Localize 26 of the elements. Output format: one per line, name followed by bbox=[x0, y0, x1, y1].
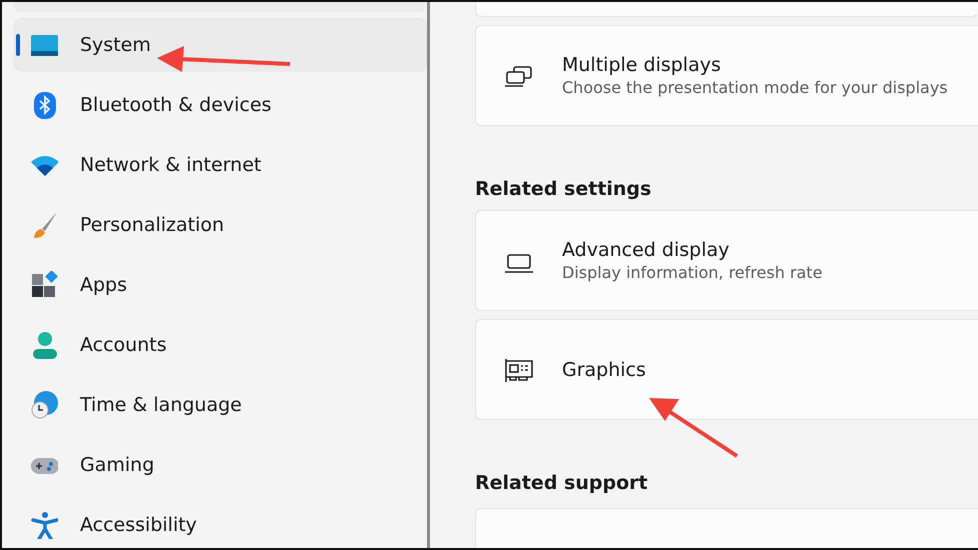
nav-item[interactable]: Gaming bbox=[14, 438, 427, 492]
settings-card[interactable]: Multiple displays Choose the presentation mode for your displays bbox=[475, 25, 978, 126]
nav-item[interactable]: Bluetooth & devices bbox=[14, 78, 427, 132]
accessibility-icon bbox=[30, 511, 58, 539]
section-heading: Related settings bbox=[475, 178, 652, 200]
card-title: Advanced display bbox=[562, 239, 730, 261]
nav-item[interactable]: Time & language bbox=[14, 378, 427, 432]
nav-item[interactable]: Network & internet bbox=[14, 138, 427, 192]
card-description: Choose the presentation mode for your displays bbox=[562, 78, 948, 97]
nav-item[interactable]: Accessibility bbox=[14, 498, 427, 548]
settings-card[interactable]: Advanced display Display information, refresh rate bbox=[475, 210, 978, 311]
selection-indicator bbox=[16, 34, 20, 56]
nav-item[interactable]: Accounts bbox=[14, 318, 427, 372]
globe-clock-icon bbox=[30, 391, 58, 419]
card-title: Graphics bbox=[562, 358, 646, 380]
graphics-card-icon bbox=[504, 358, 534, 382]
nav-item[interactable]: System bbox=[14, 18, 427, 72]
person-icon bbox=[30, 331, 58, 359]
nav-item[interactable]: Personalization bbox=[14, 198, 427, 252]
card-title: Multiple displays bbox=[562, 54, 722, 76]
apps-icon bbox=[30, 271, 58, 299]
section-heading: Related support bbox=[475, 472, 649, 494]
settings-card[interactable]: Graphics bbox=[475, 319, 978, 420]
monitors-icon bbox=[504, 64, 534, 88]
card-description: Display information, refresh rate bbox=[562, 263, 822, 282]
nav-item[interactable]: Apps bbox=[14, 258, 427, 312]
